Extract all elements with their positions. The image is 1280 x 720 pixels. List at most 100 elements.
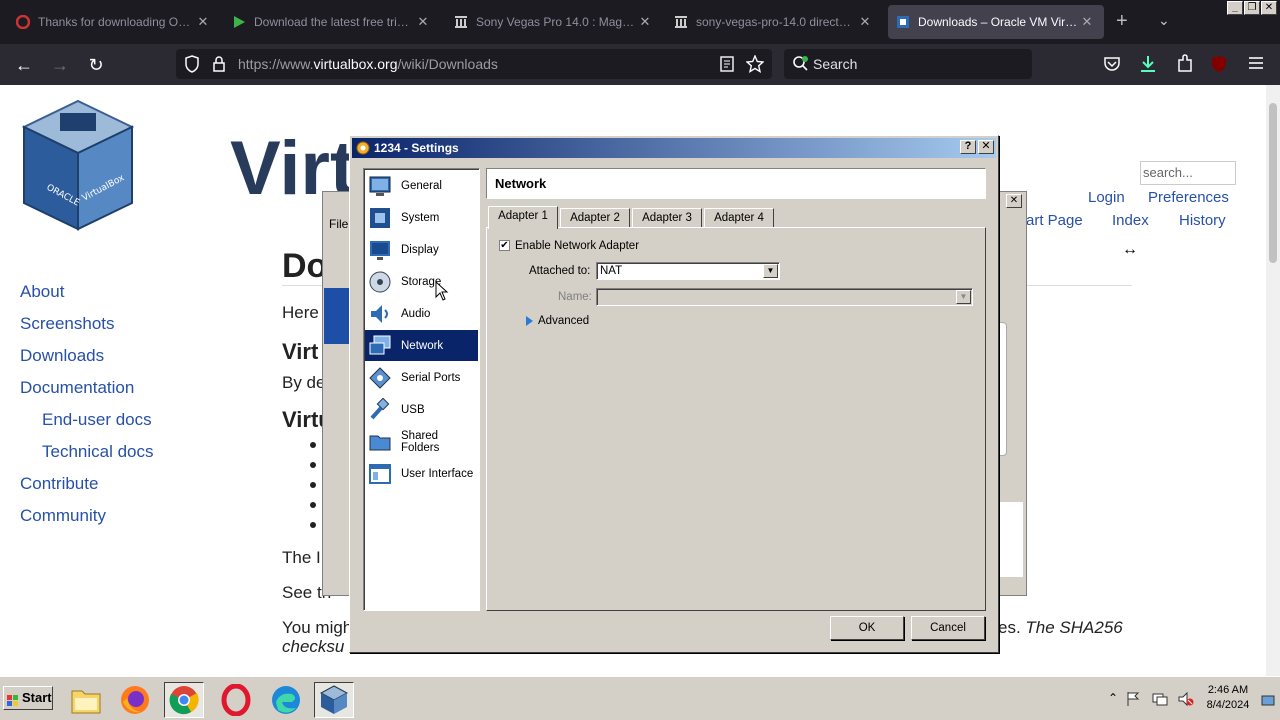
category-display[interactable]: Display (365, 234, 478, 265)
close-icon[interactable]: ✕ (414, 14, 432, 30)
page-scrollbar[interactable] (1266, 85, 1280, 676)
windows-logo-icon (7, 692, 19, 706)
minimize-button[interactable]: _ (1227, 1, 1243, 15)
reader-view-icon[interactable] (720, 56, 734, 77)
category-storage[interactable]: Storage (365, 266, 478, 297)
pocket-icon[interactable] (1103, 56, 1121, 77)
ok-button[interactable]: OK (830, 616, 904, 640)
virtualbox-icon[interactable] (314, 682, 354, 718)
chevron-down-icon[interactable]: ⌄ (1158, 12, 1170, 29)
category-shared-folders[interactable]: Shared Folders (365, 426, 478, 457)
tab-adapter-4[interactable]: Adapter 4 (704, 208, 774, 228)
category-general[interactable]: General (365, 170, 478, 201)
forward-button[interactable]: → (48, 53, 72, 77)
show-desktop-icon[interactable] (1261, 694, 1275, 712)
taskbar: Start ⌃ 2:46 AM 8/4/2024 (0, 676, 1280, 720)
close-icon[interactable]: ✕ (1078, 14, 1096, 30)
network-tray-icon[interactable] (1152, 691, 1168, 712)
attached-to-label: Attached to: (529, 265, 591, 277)
page-title: Network (486, 168, 986, 199)
start-button[interactable]: Start (3, 686, 53, 710)
category-audio[interactable]: Audio (365, 298, 478, 329)
manager-close-button[interactable]: ✕ (1006, 194, 1022, 208)
help-button[interactable]: ? (960, 140, 976, 154)
enable-adapter-checkbox[interactable]: ✔ (499, 240, 510, 251)
sidebar-item-about[interactable]: About (20, 282, 64, 302)
advanced-toggle[interactable]: Advanced (538, 315, 589, 327)
vm-list-selection[interactable] (324, 288, 352, 344)
file-explorer-icon[interactable] (66, 682, 106, 718)
shield-icon[interactable] (184, 55, 200, 78)
chevron-down-icon[interactable]: ▼ (763, 264, 778, 278)
serial-port-icon (368, 366, 392, 390)
category-serial-ports[interactable]: Serial Ports (365, 362, 478, 393)
tab-adapter-3[interactable]: Adapter 3 (632, 208, 702, 228)
name-select[interactable]: ▼ (596, 288, 973, 306)
close-icon[interactable]: ✕ (194, 14, 212, 30)
chrome-icon[interactable] (164, 682, 204, 718)
download-icon[interactable] (1139, 54, 1157, 79)
sidebar-item-end-user-docs[interactable]: End-user docs (42, 410, 152, 430)
speaker-muted-icon[interactable] (1178, 691, 1194, 712)
menu-icon[interactable] (1248, 56, 1264, 75)
sidebar-item-documentation[interactable]: Documentation (20, 378, 134, 398)
category-user-interface[interactable]: User Interface (365, 458, 478, 489)
list-bullet (310, 522, 316, 528)
sidebar-item-technical-docs[interactable]: Technical docs (42, 442, 154, 462)
expand-arrow-icon[interactable] (526, 316, 533, 326)
index-link[interactable]: Index (1112, 212, 1149, 229)
monitor-icon (368, 238, 392, 262)
list-bullet (310, 502, 316, 508)
tab-vegas-archive[interactable]: Sony Vegas Pro 14.0 : Magix Stu ✕ (446, 5, 662, 39)
dialog-close-button[interactable]: ✕ (978, 140, 994, 154)
login-link[interactable]: Login (1088, 189, 1125, 206)
tab-vegas-trial[interactable]: Download the latest free trial ver ✕ (224, 5, 440, 39)
extensions-icon[interactable] (1176, 54, 1194, 79)
window-close-button[interactable]: ✕ (1261, 1, 1277, 15)
start-page-link[interactable]: art Page (1026, 212, 1083, 229)
scrollbar-thumb[interactable] (1269, 103, 1277, 263)
play-icon (232, 15, 246, 29)
history-link[interactable]: History (1179, 212, 1226, 229)
clock[interactable]: 2:46 AM 8/4/2024 (1198, 683, 1258, 713)
adapter-panel (486, 227, 986, 611)
show-hidden-icons-icon[interactable]: ⌃ (1108, 691, 1118, 705)
close-icon[interactable]: ✕ (856, 14, 874, 30)
search-bar[interactable]: Search (784, 49, 1032, 79)
firefox-icon[interactable] (115, 682, 155, 718)
reload-button[interactable]: ↻ (84, 53, 108, 77)
new-tab-button[interactable]: + (1116, 10, 1128, 32)
sidebar-item-community[interactable]: Community (20, 506, 106, 526)
tab-opera-thanks[interactable]: Thanks for downloading Opera ✕ (8, 5, 220, 39)
disk-icon (368, 270, 392, 294)
sidebar-item-downloads[interactable]: Downloads (20, 346, 104, 366)
enable-adapter-label[interactable]: Enable Network Adapter (515, 240, 639, 252)
chevron-down-icon[interactable]: ▼ (956, 290, 971, 304)
tab-adapter-1[interactable]: Adapter 1 (488, 206, 558, 229)
restore-button[interactable]: ❐ (1244, 1, 1260, 15)
lock-icon[interactable] (212, 55, 226, 78)
wiki-search-input[interactable]: search... (1140, 161, 1236, 185)
sidebar-item-contribute[interactable]: Contribute (20, 474, 98, 494)
category-system[interactable]: System (365, 202, 478, 233)
attached-to-select[interactable]: NAT ▼ (596, 262, 780, 280)
ublock-icon[interactable] (1210, 55, 1228, 78)
preferences-link[interactable]: Preferences (1148, 189, 1229, 206)
tab-adapter-2[interactable]: Adapter 2 (560, 208, 630, 228)
address-bar[interactable]: https://www.virtualbox.org/wiki/Download… (176, 49, 772, 79)
flag-icon[interactable] (1126, 691, 1140, 712)
bookmark-star-icon[interactable] (745, 54, 765, 78)
menu-file[interactable]: File (329, 217, 348, 231)
sidebar-item-screenshots[interactable]: Screenshots (20, 314, 115, 334)
archive-icon (454, 15, 468, 29)
close-icon[interactable]: ✕ (636, 14, 654, 30)
category-network[interactable]: Network (365, 330, 478, 361)
edge-icon[interactable] (266, 682, 306, 718)
back-button[interactable]: ← (12, 53, 36, 77)
tab-vegas-directory[interactable]: sony-vegas-pro-14.0 directory li ✕ (666, 5, 882, 39)
opera-icon[interactable] (216, 682, 256, 718)
tab-virtualbox-downloads[interactable]: Downloads – Oracle VM VirtualBox ✕ (888, 5, 1104, 39)
category-usb[interactable]: USB (365, 394, 478, 425)
virtualbox-logo: ORACLE VirtualBox (16, 97, 140, 240)
cancel-button[interactable]: Cancel (911, 616, 985, 640)
